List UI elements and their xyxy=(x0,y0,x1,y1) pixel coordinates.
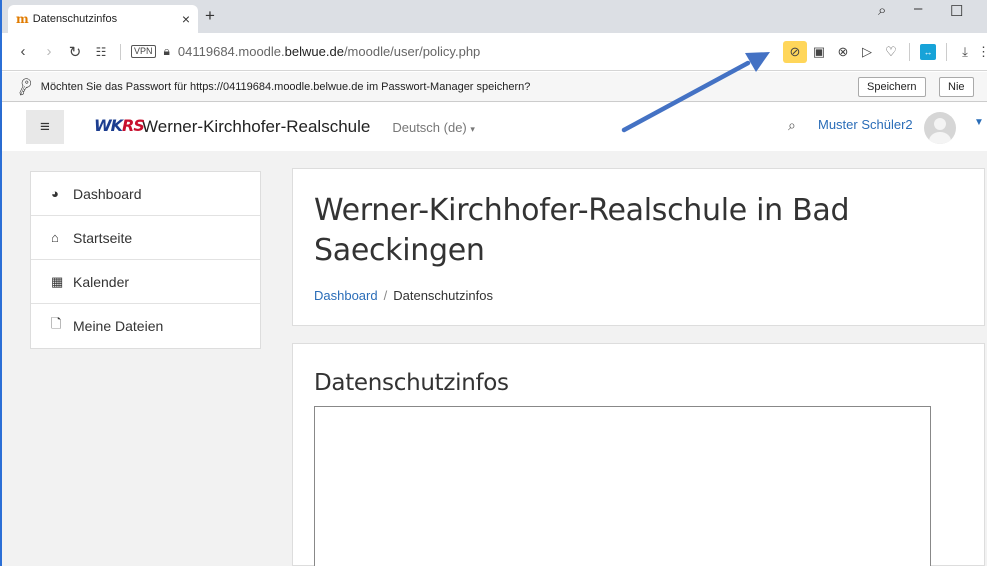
moodle-favicon-icon: m xyxy=(16,12,29,26)
tab-title: Datenschutzinfos xyxy=(32,13,118,25)
download-icon[interactable]: ⤓ xyxy=(953,44,977,60)
url-domain: belwue.de xyxy=(284,44,344,59)
speed-dial-icon[interactable]: ☷ xyxy=(88,45,114,59)
key-icon: 🔑︎ xyxy=(13,75,36,97)
caret-down-icon: ▾ xyxy=(470,123,475,134)
url-field[interactable]: 04119684.moodle.belwue.de/moodle/user/po… xyxy=(178,44,480,59)
never-save-button[interactable]: Nie xyxy=(939,77,974,97)
divider xyxy=(120,43,121,60)
new-tab-button[interactable]: + xyxy=(205,6,215,26)
site-name[interactable]: Werner-Kirchhofer-Realschule xyxy=(142,117,370,137)
calendar-icon: ▦ xyxy=(51,273,64,289)
breadcrumb-current: Datenschutzinfos xyxy=(393,288,493,303)
tab-strip: m Datenschutzinfos × + ⌕ – ☐ xyxy=(2,0,987,33)
policy-content-frame[interactable] xyxy=(314,406,931,566)
policy-card: Datenschutzinfos xyxy=(292,343,985,566)
school-logo[interactable]: WKRS xyxy=(82,116,145,138)
sidebar-item-meine-dateien[interactable]: 🗋︎ Meine Dateien xyxy=(31,304,260,348)
search-icon[interactable]: ⌕ xyxy=(788,117,796,134)
menu-icon[interactable]: ⋮ xyxy=(977,44,987,60)
save-password-button[interactable]: Speichern xyxy=(858,77,926,97)
section-heading: Datenschutzinfos xyxy=(314,370,509,396)
back-icon[interactable]: ‹ xyxy=(10,43,36,60)
lock-icon[interactable]: 🔒︎ xyxy=(164,44,170,59)
breadcrumb-link-dashboard[interactable]: Dashboard xyxy=(314,288,378,303)
language-label: Deutsch (de) xyxy=(392,119,467,135)
minimize-icon[interactable]: – xyxy=(914,0,922,17)
sidebar-item-kalender[interactable]: ▦ Kalender xyxy=(31,260,260,304)
tracker-blocker-icon[interactable]: ⊗ xyxy=(831,44,855,60)
url-prefix: 04119684.moodle. xyxy=(177,44,285,59)
ad-blocker-icon[interactable]: ⊘ xyxy=(783,41,807,63)
password-save-message: Möchten Sie das Passwort für https://041… xyxy=(40,80,531,93)
address-bar-tools: ⊘ ▣ ⊗ ▷ ♡ ↔ ⤓ ⋮ xyxy=(783,33,987,71)
menu-toggle-button[interactable]: ≡ xyxy=(26,110,64,144)
forward-icon[interactable]: › xyxy=(36,43,62,60)
sidebar-item-label: Dashboard xyxy=(73,185,142,202)
breadcrumb: Dashboard / Datenschutzinfos xyxy=(314,288,493,303)
language-menu[interactable]: Deutsch (de) ▾ xyxy=(392,120,475,135)
sidebar-item-startseite[interactable]: ⌂ Startseite xyxy=(31,216,260,260)
sidebar-item-label: Kalender xyxy=(73,273,130,290)
sidebar-item-label: Startseite xyxy=(73,229,133,246)
close-tab-icon[interactable]: × xyxy=(182,11,190,27)
nav-drawer: ◕ Dashboard ⌂ Startseite ▦ Kalender 🗋︎ M… xyxy=(30,171,261,349)
logo-text: WKRS xyxy=(94,116,145,135)
heart-icon[interactable]: ♡ xyxy=(879,44,903,60)
divider xyxy=(909,43,910,61)
breadcrumb-separator: / xyxy=(383,288,388,303)
home-icon: ⌂ xyxy=(51,230,59,245)
browser-tab[interactable]: m Datenschutzinfos × xyxy=(8,5,198,33)
dashboard-icon: ◕ xyxy=(51,186,59,201)
search-icon[interactable]: ⌕ xyxy=(878,2,886,19)
maximize-icon[interactable]: ☐ xyxy=(950,2,963,20)
moodle-navbar: ≡ WKRS Werner-Kirchhofer-Realschule Deut… xyxy=(2,103,987,151)
page-title: Werner-Kirchhofer-Realschule in Bad Saec… xyxy=(314,193,850,268)
reload-icon[interactable]: ↻ xyxy=(62,43,88,61)
sidebar-item-dashboard[interactable]: ◕ Dashboard xyxy=(31,172,260,216)
page-content: ◕ Dashboard ⌂ Startseite ▦ Kalender 🗋︎ M… xyxy=(2,151,987,566)
send-icon[interactable]: ▷ xyxy=(855,44,879,60)
address-bar: ‹ › ↻ ☷ VPN 🔒︎ 04119684.moodle.belwue.de… xyxy=(2,33,987,71)
snapshot-icon[interactable]: ▣ xyxy=(807,44,831,60)
user-menu[interactable]: Muster Schüler2 xyxy=(818,117,913,132)
sidebar-item-label: Meine Dateien xyxy=(73,318,164,334)
page-header: Werner-Kirchhofer-Realschule in Bad Saec… xyxy=(292,168,985,326)
file-icon: 🗋︎ xyxy=(51,316,62,331)
hamburger-icon: ≡ xyxy=(40,117,50,136)
vpn-badge[interactable]: VPN xyxy=(131,45,156,58)
caret-down-icon[interactable]: ▼ xyxy=(974,117,984,128)
extension-icon[interactable]: ↔ xyxy=(920,44,936,60)
password-save-bar: 🔑︎ Möchten Sie das Passwort für https://… xyxy=(2,72,987,102)
divider xyxy=(946,43,947,61)
avatar[interactable] xyxy=(924,112,956,144)
url-path: /moodle/user/policy.php xyxy=(343,44,481,59)
